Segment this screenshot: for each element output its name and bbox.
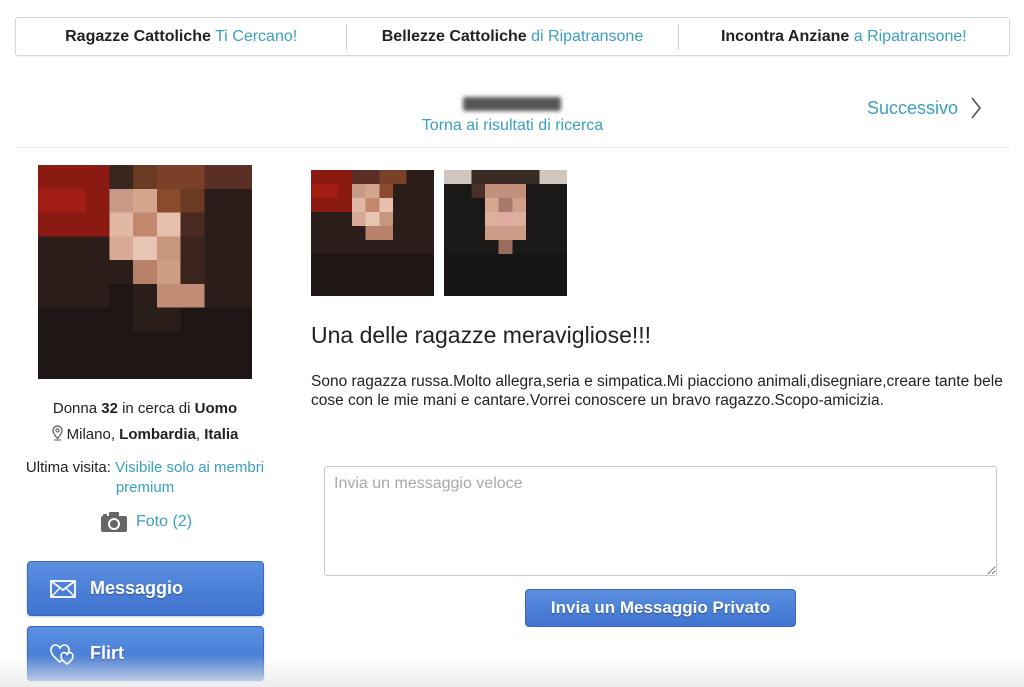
chevron-right-icon [971, 97, 982, 119]
profile-headline: Una delle ragazze meravigliose!!! [311, 322, 652, 348]
back-to-results-link[interactable]: Torna ai risultati di ricerca [15, 117, 1010, 135]
gender: Donna [52, 400, 98, 417]
camera-icon [101, 512, 127, 532]
location-pin-icon [52, 425, 63, 441]
quick-message-input[interactable] [324, 466, 997, 576]
promo-links-bar: Ragazze Cattoliche Ti Cercano! Bellezze … [15, 17, 1010, 56]
seeking: Uomo [194, 400, 238, 417]
promo-link-2[interactable]: Bellezze Cattoliche di Ripatransone [347, 27, 677, 47]
profile-photo[interactable] [38, 165, 252, 379]
next-label: Successivo [866, 97, 958, 118]
country: Italia [204, 426, 239, 443]
last-visit: Ultima visita: Visibile solo ai membri p… [15, 458, 275, 498]
message-label: Messaggio [90, 578, 184, 598]
profile-description: Sono ragazza russa.Molto allegra,seria e… [311, 373, 1003, 409]
seeking-prefix: in cerca di [122, 400, 191, 417]
profile-summary: Donna 32 in cerca di Uomo [15, 400, 275, 417]
age: 32 [101, 400, 118, 417]
envelope-icon [50, 579, 76, 598]
profile-nav: Torna ai risultati di ricerca Successivo [15, 80, 1010, 148]
photos-label: Foto (2) [136, 513, 193, 530]
promo-link-3[interactable]: Incontra Anziane a Ripatransone! [679, 27, 1009, 47]
username-redacted [463, 97, 561, 111]
last-visit-label: Ultima visita: [25, 459, 111, 476]
next-profile-link[interactable]: Successivo [867, 96, 982, 120]
send-private-message-button[interactable]: Invia un Messaggio Privato [525, 589, 796, 627]
region: Lombardia [119, 426, 196, 443]
last-visit-value[interactable]: Visibile solo ai membri premium [115, 459, 264, 496]
promo-link-1[interactable]: Ragazze Cattoliche Ti Cercano! [16, 27, 346, 47]
photo-thumbnail-1[interactable] [311, 170, 434, 296]
photos-link[interactable]: Foto (2) [100, 511, 192, 533]
photo-thumbnail-2[interactable] [444, 170, 567, 296]
message-button[interactable]: Messaggio [27, 561, 264, 616]
city: Milano [66, 426, 111, 443]
profile-location: Milano, Lombardia, Italia [15, 425, 275, 443]
bottom-fade [0, 655, 1024, 687]
